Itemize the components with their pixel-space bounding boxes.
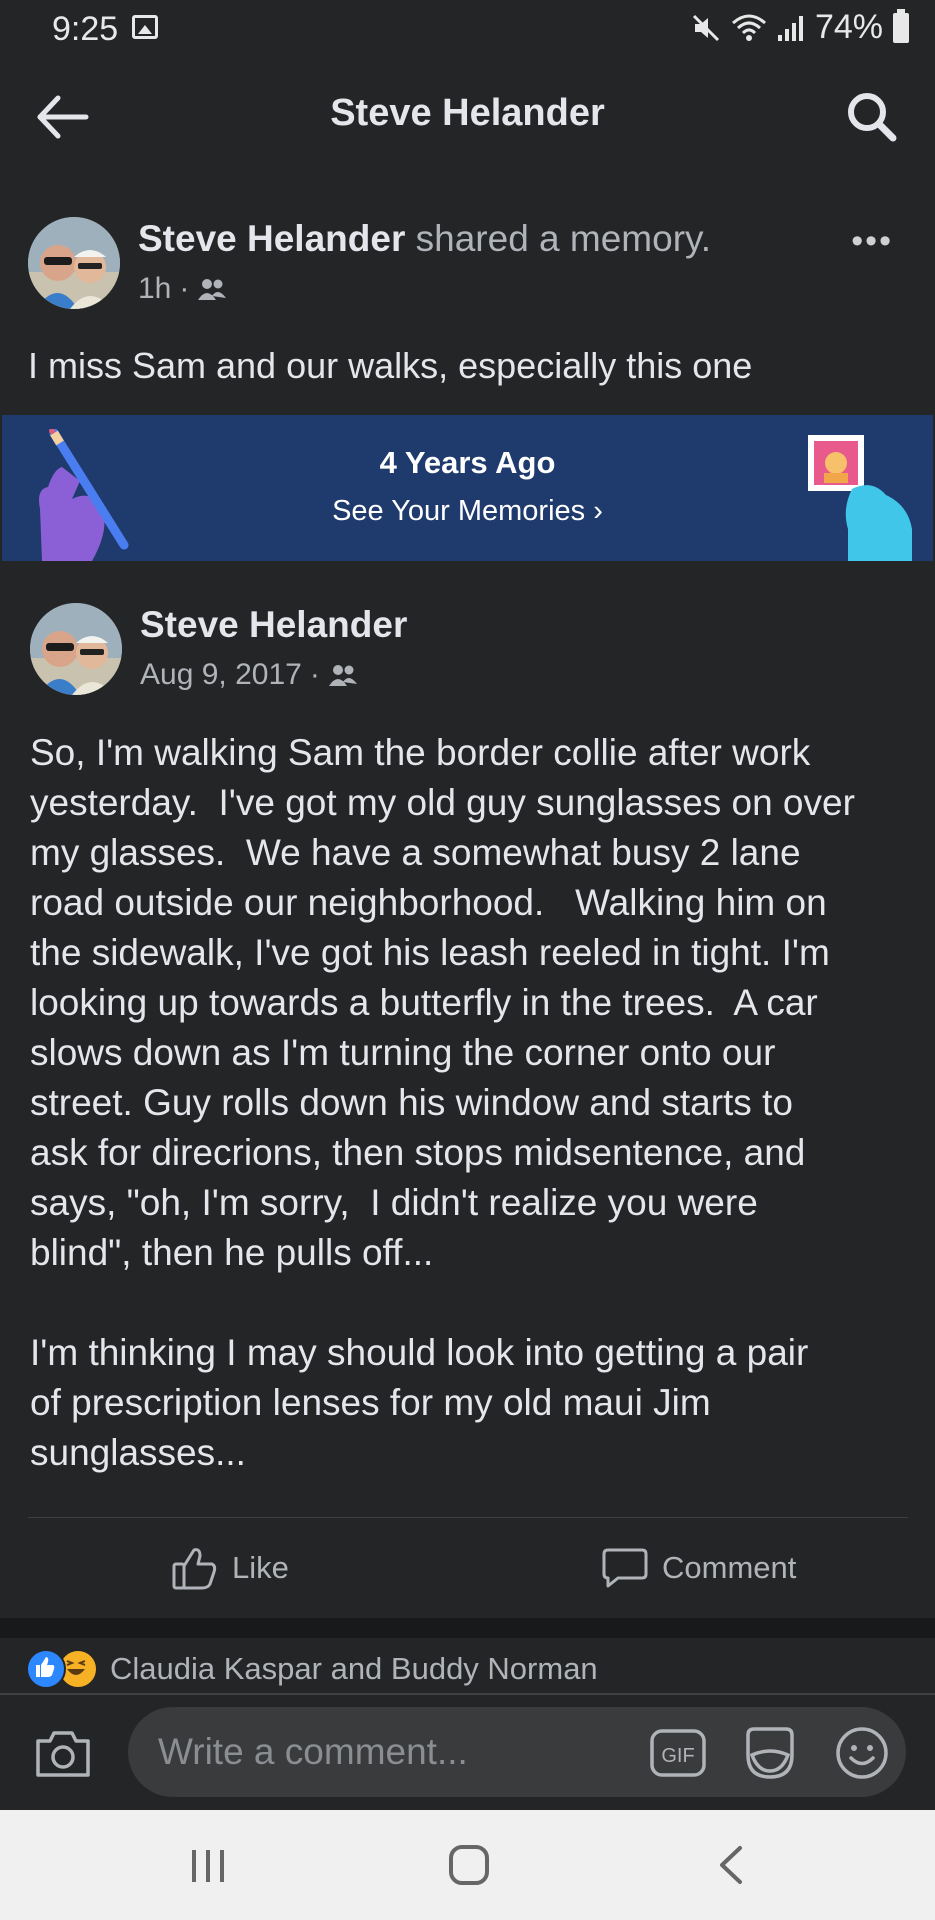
section-separator bbox=[0, 1618, 935, 1638]
post-caption: I miss Sam and our walks, especially thi… bbox=[28, 345, 753, 386]
system-nav-bar bbox=[0, 1810, 935, 1920]
chevron-right-icon: › bbox=[593, 495, 603, 527]
meta-dot: · bbox=[179, 272, 190, 305]
meta-dot: · bbox=[309, 658, 320, 691]
like-button[interactable]: Like bbox=[172, 1546, 289, 1590]
banner-link[interactable]: See Your Memories › bbox=[2, 495, 933, 528]
post-actions: Like Comment bbox=[0, 1520, 935, 1616]
search-icon[interactable] bbox=[843, 88, 901, 146]
comment-placeholder: Write a comment... bbox=[158, 1731, 468, 1772]
comment-input[interactable]: Write a comment... GIF bbox=[128, 1707, 906, 1797]
memory-author[interactable]: Steve Helander bbox=[140, 604, 407, 645]
comment-label: Comment bbox=[662, 1550, 797, 1585]
reaction-names[interactable]: Claudia Kaspar and Buddy Norman bbox=[110, 1651, 598, 1687]
like-reaction-icon bbox=[26, 1649, 66, 1689]
memory-post-text: So, I'm walking Sam the border collie af… bbox=[30, 732, 855, 1473]
post-author-line: Steve Helander shared a memory. bbox=[138, 218, 711, 260]
like-label: Like bbox=[232, 1550, 289, 1585]
more-icon[interactable]: ••• bbox=[851, 222, 893, 261]
top-header: Steve Helander bbox=[0, 62, 935, 166]
camera-icon[interactable] bbox=[34, 1727, 92, 1779]
recent-apps-icon[interactable] bbox=[188, 1846, 228, 1886]
banner-link-label: See Your Memories bbox=[332, 495, 586, 527]
friends-icon bbox=[198, 279, 227, 300]
memory-author-line: Steve Helander bbox=[140, 604, 407, 646]
emoji-icon[interactable] bbox=[834, 1725, 890, 1781]
gif-label: GIF bbox=[661, 1745, 694, 1767]
status-right: 74% bbox=[691, 8, 909, 47]
gif-icon[interactable]: GIF bbox=[650, 1729, 706, 1777]
wifi-icon bbox=[731, 14, 766, 41]
reactions-summary[interactable]: Claudia Kaspar and Buddy Norman bbox=[26, 1648, 598, 1690]
signal-icon bbox=[777, 15, 803, 41]
memory-date[interactable]: Aug 9, 2017 bbox=[140, 658, 302, 692]
avatar-photo bbox=[28, 217, 120, 309]
avatar-photo bbox=[30, 603, 122, 695]
comment-button[interactable]: Comment bbox=[602, 1546, 796, 1590]
home-icon[interactable] bbox=[448, 1844, 490, 1886]
memories-banner[interactable]: 4 Years Ago See Your Memories › bbox=[2, 415, 933, 561]
like-icon bbox=[172, 1548, 217, 1590]
battery-percent: 74% bbox=[814, 8, 883, 46]
divider bbox=[28, 1517, 908, 1518]
friends-icon bbox=[328, 665, 357, 686]
memory-meta: Aug 9, 2017 · bbox=[140, 658, 358, 692]
back-nav-icon[interactable] bbox=[716, 1844, 746, 1886]
sticker-icon[interactable] bbox=[742, 1725, 798, 1781]
mute-icon bbox=[692, 14, 719, 41]
post-time[interactable]: 1h bbox=[138, 272, 171, 306]
status-time: 9:25 bbox=[52, 10, 119, 48]
page-title: Steve Helander bbox=[330, 92, 605, 134]
photo-hand-illustration bbox=[808, 435, 912, 561]
battery-icon bbox=[893, 8, 909, 43]
post-meta: 1h · bbox=[138, 272, 227, 306]
post-action: shared a memory. bbox=[415, 218, 712, 259]
avatar[interactable] bbox=[28, 217, 120, 309]
post-author[interactable]: Steve Helander bbox=[138, 218, 405, 259]
image-notification-icon bbox=[132, 15, 158, 39]
comment-bar: Write a comment... GIF bbox=[0, 1695, 935, 1810]
comment-icon bbox=[602, 1548, 648, 1588]
status-bar: 9:25 74% bbox=[0, 0, 935, 62]
banner-title: 4 Years Ago bbox=[379, 445, 556, 480]
memory-avatar[interactable] bbox=[30, 603, 122, 695]
